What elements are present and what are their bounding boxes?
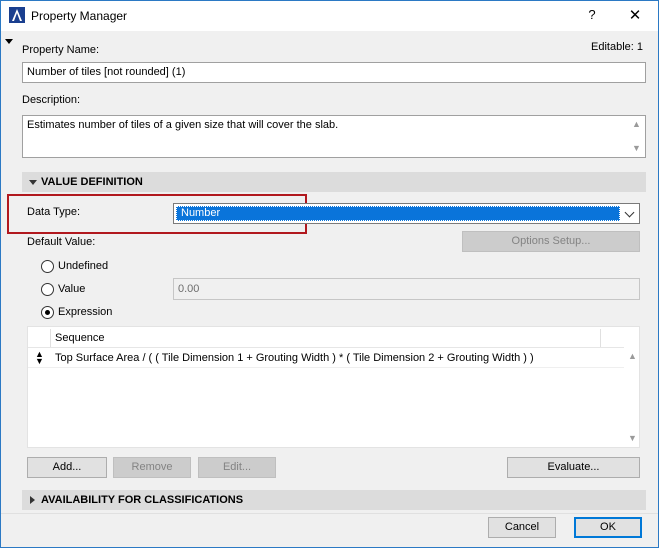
value-input[interactable]: 0.00	[173, 278, 640, 300]
add-button[interactable]: Add...	[27, 457, 107, 478]
property-name-input[interactable]: Number of tiles [not rounded] (1)	[22, 62, 646, 83]
radio-value[interactable]	[41, 283, 54, 296]
column-divider[interactable]	[600, 329, 601, 347]
description-scroll-up-icon[interactable]: ▲	[632, 119, 641, 129]
remove-button[interactable]: Remove	[113, 457, 191, 478]
default-value-label: Default Value:	[27, 236, 96, 248]
property-manager-window: Property Manager ? ✕ Property Name: Edit…	[0, 0, 659, 548]
title-bar: Property Manager ? ✕	[1, 1, 658, 31]
table-row[interactable]: ▲ ▼ Top Surface Area / ( ( Tile Dimension…	[28, 348, 624, 368]
value-definition-header[interactable]: VALUE DEFINITION	[22, 172, 646, 192]
radio-undefined[interactable]	[41, 260, 54, 273]
radio-expression-label: Expression	[58, 306, 113, 318]
availability-label: AVAILABILITY FOR CLASSIFICATIONS	[41, 494, 244, 506]
radio-value-label: Value	[58, 283, 86, 295]
property-name-label: Property Name:	[22, 44, 100, 56]
description-label: Description:	[22, 94, 81, 106]
radio-expression[interactable]	[41, 306, 54, 319]
expand-right-icon	[30, 496, 35, 504]
sequence-column-header[interactable]: Sequence	[55, 332, 105, 344]
expression-text: Top Surface Area / ( ( Tile Dimension 1 …	[55, 352, 534, 364]
drag-handle-icon[interactable]: ▲ ▼	[35, 350, 44, 366]
footer-divider	[1, 513, 658, 514]
chevron-down-icon	[624, 207, 635, 218]
window-title: Property Manager	[31, 9, 128, 23]
help-button[interactable]: ?	[584, 7, 600, 22]
column-divider[interactable]	[50, 329, 51, 347]
close-button[interactable]: ✕	[627, 6, 643, 24]
table-scroll-up-icon[interactable]: ▲	[628, 351, 637, 361]
expand-down-icon	[29, 180, 37, 185]
data-type-label: Data Type:	[27, 206, 80, 218]
value-definition-label: VALUE DEFINITION	[41, 176, 143, 188]
data-type-selected-value: Number	[176, 206, 620, 221]
description-scroll-down-icon[interactable]: ▼	[632, 143, 641, 153]
table-header: Sequence	[28, 327, 624, 348]
description-text: Estimates number of tiles of a given siz…	[27, 119, 339, 131]
expression-table: Sequence ▲ ▼ Top Surface Area / ( ( Tile …	[27, 326, 640, 448]
radio-undefined-label: Undefined	[58, 260, 109, 272]
editable-count: Editable: 1	[591, 41, 643, 53]
cancel-button[interactable]: Cancel	[488, 517, 556, 538]
data-type-select[interactable]: Number	[173, 203, 640, 224]
edit-button[interactable]: Edit...	[198, 457, 276, 478]
app-icon	[9, 7, 25, 23]
table-scroll-down-icon[interactable]: ▼	[628, 433, 637, 443]
evaluate-button[interactable]: Evaluate...	[507, 457, 640, 478]
collapse-arrow-icon[interactable]	[5, 39, 13, 44]
description-textarea[interactable]: Estimates number of tiles of a given siz…	[22, 115, 646, 158]
availability-header[interactable]: AVAILABILITY FOR CLASSIFICATIONS	[22, 490, 646, 510]
ok-button[interactable]: OK	[574, 517, 642, 538]
options-setup-button[interactable]: Options Setup...	[462, 231, 640, 252]
